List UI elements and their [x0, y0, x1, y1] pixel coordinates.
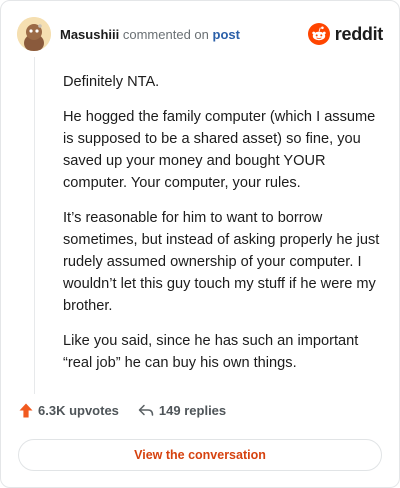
- comment-paragraph: It’s reasonable for him to want to borro…: [63, 210, 380, 314]
- reddit-brand[interactable]: reddit: [307, 23, 384, 45]
- action-text: commented on: [122, 26, 209, 42]
- reply-count: 149 replies: [158, 403, 227, 418]
- user-avatar[interactable]: [17, 17, 51, 51]
- comment-paragraph: Definitely NTA.: [63, 74, 160, 90]
- comment-header: Masushiii commented on post reddit: [17, 16, 383, 52]
- header-meta: Masushiii commented on post: [60, 27, 240, 42]
- post-link[interactable]: post: [213, 27, 240, 42]
- thread-line: [34, 57, 35, 394]
- comment-actions: 6.3K upvotes 149 replies: [19, 403, 226, 418]
- brand-wordmark: reddit: [334, 23, 384, 44]
- upvote-count: 6.3K upvotes: [38, 403, 119, 418]
- comment-paragraph: Like you said, since he has such an impo…: [63, 333, 359, 371]
- comment-card: Masushiii commented on post reddit Defin…: [0, 0, 400, 488]
- comment-paragraph: He hogged the family computer (which I a…: [63, 109, 376, 191]
- reddit-logo-icon: [307, 23, 330, 45]
- view-conversation-button[interactable]: View the conversation: [18, 439, 382, 471]
- snoo-avatar-icon: [17, 17, 51, 51]
- username-link[interactable]: Masushiii: [60, 27, 119, 42]
- upvote-button[interactable]: 6.3K upvotes: [19, 403, 119, 418]
- comment-body: Definitely NTA. He hogged the family com…: [63, 71, 383, 387]
- reply-arrow-icon: [138, 404, 154, 417]
- upvote-arrow-icon: [19, 403, 33, 418]
- reply-button[interactable]: 149 replies: [138, 403, 226, 418]
